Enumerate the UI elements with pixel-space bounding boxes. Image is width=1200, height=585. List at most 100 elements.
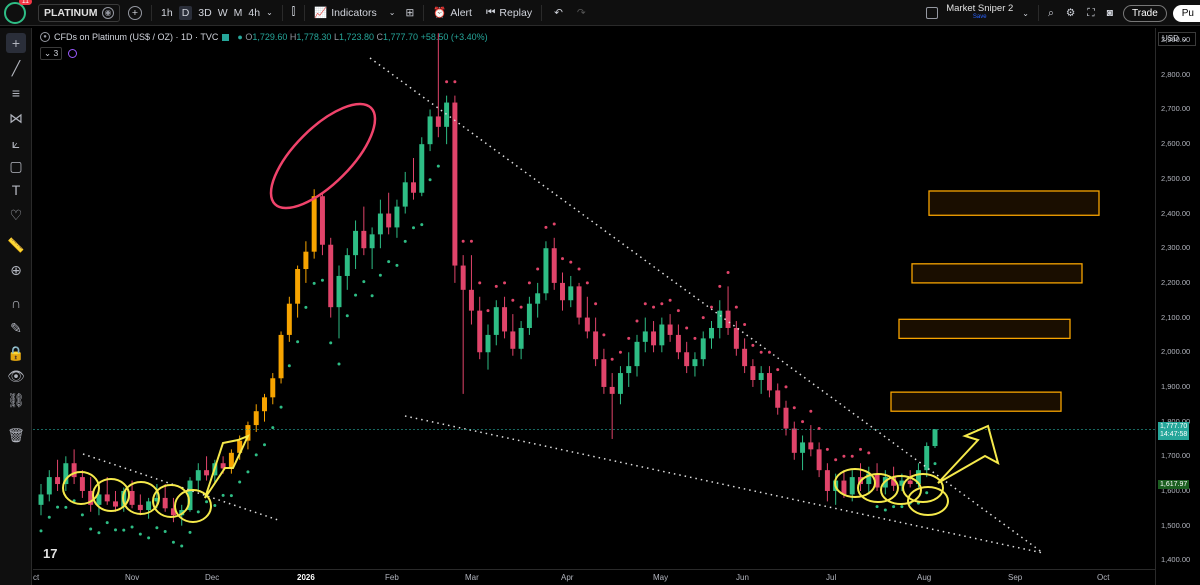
trend-dot bbox=[859, 447, 862, 451]
trend-dot bbox=[362, 280, 366, 284]
drawing-toolbar: + ╱ ≡ ⋈ ⟀ ▢ T ♡ 📏 ⊕ ∩ ✎ 🔒 👁 ⛓ 🗑 bbox=[0, 28, 32, 585]
currency-select[interactable]: USD ⌄ bbox=[1158, 32, 1196, 46]
candle-body bbox=[634, 341, 640, 367]
trend-dot bbox=[89, 527, 93, 531]
alert-icon[interactable]: ⏰ bbox=[433, 6, 446, 19]
ruler-icon[interactable]: 📏 bbox=[6, 235, 26, 255]
chevron-down-icon[interactable]: ⌄ bbox=[1022, 9, 1029, 18]
pencil-lock-icon[interactable]: ✎ bbox=[6, 318, 26, 338]
trend-dot bbox=[718, 284, 722, 288]
price-tick-label: 1,500.00 bbox=[1161, 520, 1191, 530]
publish-button[interactable]: Pu bbox=[1172, 4, 1200, 22]
symbol-title[interactable]: CFDs on Platinum (US$ / OZ) · 1D · TVC bbox=[54, 32, 218, 42]
trash-icon[interactable]: 🗑 bbox=[6, 425, 26, 445]
compare-add-icon[interactable]: + bbox=[128, 5, 142, 20]
trend-line-icon[interactable]: ╱ bbox=[6, 58, 26, 78]
eye-icon[interactable]: 👁 bbox=[6, 366, 26, 386]
fullscreen-icon[interactable]: ⛶ bbox=[1087, 7, 1094, 20]
layout-name[interactable]: Market Sniper 2 Save bbox=[946, 4, 1013, 22]
pattern-icon[interactable]: ⋈ bbox=[6, 108, 26, 128]
interval-1h[interactable]: 1h bbox=[161, 7, 173, 19]
divider bbox=[423, 4, 425, 21]
trend-dot bbox=[494, 284, 498, 288]
undo-icon[interactable]: ↶ bbox=[554, 7, 563, 19]
link-icon[interactable]: ⛓ bbox=[6, 390, 26, 410]
layout-select-icon[interactable] bbox=[926, 7, 939, 19]
search-icon[interactable]: ⌕ bbox=[1048, 7, 1054, 20]
indicator-legend: ⌄ 3 bbox=[40, 47, 78, 60]
candle-body bbox=[543, 248, 549, 294]
trend-dot bbox=[229, 494, 233, 498]
replay-icon[interactable]: ⏮ bbox=[486, 6, 495, 19]
price-chart[interactable]: 17 bbox=[33, 28, 1155, 569]
trend-dot bbox=[867, 451, 871, 455]
heart-icon[interactable]: ♡ bbox=[6, 205, 26, 225]
candle-body bbox=[477, 310, 483, 353]
trend-dot bbox=[643, 302, 647, 306]
camera-icon[interactable]: ◙ bbox=[1107, 7, 1113, 19]
interval-m[interactable]: M bbox=[234, 7, 243, 19]
symbol-search[interactable]: PLATINUM ◉ bbox=[38, 3, 120, 22]
interval-3d[interactable]: 3D bbox=[198, 7, 211, 19]
fib-icon[interactable]: ≡ bbox=[6, 83, 26, 103]
indicator-icon[interactable] bbox=[68, 49, 78, 58]
layout-save-status: Save bbox=[972, 14, 987, 20]
trend-dot bbox=[527, 281, 531, 285]
settings-icon[interactable]: ⚙ bbox=[1066, 7, 1075, 19]
lock-icon[interactable]: 🔒 bbox=[6, 343, 26, 363]
symbol-info-icon[interactable]: ◉ bbox=[102, 6, 114, 19]
trend-dot bbox=[213, 503, 217, 507]
price-tick-label: 2,600.00 bbox=[1161, 139, 1191, 149]
time-tick-label: Nov bbox=[125, 573, 140, 582]
text-icon[interactable]: T bbox=[6, 180, 26, 200]
last-price-badge: 1,777.70 14:47:58 bbox=[1158, 422, 1190, 441]
candle-body bbox=[700, 338, 706, 360]
resistance-zone bbox=[890, 391, 1062, 412]
trend-dot bbox=[238, 480, 242, 484]
chevron-down-icon[interactable]: ⌄ bbox=[389, 8, 396, 17]
price-tick-label: 2,300.00 bbox=[1161, 243, 1191, 253]
replay-button[interactable]: Replay bbox=[499, 7, 532, 19]
candles-type-icon[interactable]: ⫿ bbox=[292, 6, 295, 19]
templates-icon[interactable]: ⊞ bbox=[405, 7, 414, 19]
trend-dot bbox=[97, 531, 101, 535]
trend-dot bbox=[685, 326, 689, 330]
candle-body bbox=[369, 234, 375, 249]
candle-body bbox=[137, 504, 143, 511]
rectangle-icon[interactable]: ▢ bbox=[6, 156, 26, 176]
trend-dot bbox=[892, 505, 896, 509]
trend-dot bbox=[80, 513, 84, 517]
indicators-icon[interactable]: 📈 bbox=[314, 6, 327, 19]
chevron-down-icon[interactable]: ⌄ bbox=[266, 8, 273, 17]
indicator-count[interactable]: ⌄ 3 bbox=[40, 47, 63, 60]
trend-dot bbox=[263, 443, 266, 447]
magnet-icon[interactable]: ∩ bbox=[6, 293, 26, 313]
trend-dot bbox=[64, 505, 68, 509]
interval-4h[interactable]: 4h bbox=[248, 7, 260, 19]
candle-body bbox=[560, 282, 565, 301]
interval-d[interactable]: D bbox=[178, 5, 193, 20]
candle-body bbox=[667, 324, 673, 335]
zoom-icon[interactable]: ⊕ bbox=[6, 260, 26, 280]
alert-button[interactable]: Alert bbox=[450, 7, 472, 19]
trend-dot bbox=[618, 350, 622, 354]
indicators-button[interactable]: Indicators bbox=[331, 7, 377, 19]
trade-button[interactable]: Trade bbox=[1123, 4, 1167, 22]
price-tick-label: 2,500.00 bbox=[1161, 173, 1191, 183]
crosshair-icon[interactable]: + bbox=[6, 33, 26, 53]
trend-dot bbox=[469, 239, 473, 243]
projection-icon[interactable]: ⟀ bbox=[6, 133, 26, 153]
redo-icon[interactable]: ↷ bbox=[577, 7, 586, 19]
candle-body bbox=[394, 206, 400, 228]
layout-title: Market Sniper 2 bbox=[946, 3, 1014, 14]
symbol-logo-icon: ● bbox=[40, 32, 50, 42]
profile-logo[interactable]: 11 bbox=[4, 0, 32, 24]
candle-body bbox=[353, 230, 359, 256]
candle-body bbox=[278, 334, 284, 379]
candle-body bbox=[319, 196, 325, 245]
price-axis[interactable]: 2,900.00 2,800.00 2,700.00 2,600.00 2,500.00… bbox=[1155, 28, 1200, 585]
trend-dot bbox=[105, 521, 109, 525]
trend-dot bbox=[544, 225, 548, 229]
interval-w[interactable]: W bbox=[218, 7, 228, 19]
time-axis[interactable]: ct Nov Dec 2026 Feb Mar Apr May Jun Jul Aug Sep Oct bbox=[33, 569, 1155, 585]
